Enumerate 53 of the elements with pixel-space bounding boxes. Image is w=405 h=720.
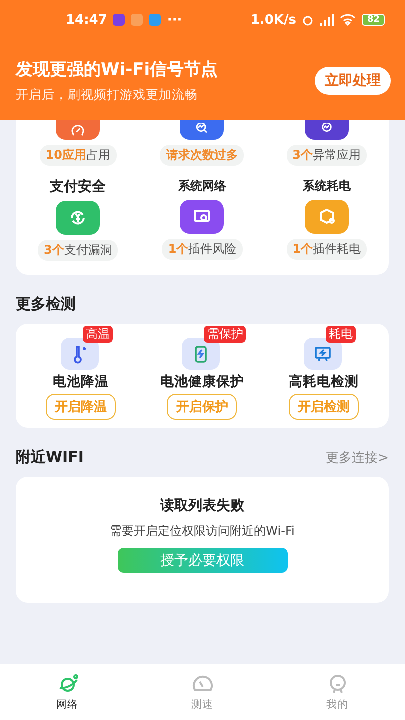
check-tile[interactable] — [56, 120, 100, 140]
check-tile[interactable] — [56, 201, 100, 235]
warning-badge: 需保护 — [204, 326, 246, 343]
issue-count: 请求次数过多 — [166, 147, 238, 164]
issue-text: 占用 — [86, 147, 111, 164]
battery-level: 82 — [362, 14, 385, 26]
check-tile[interactable] — [180, 120, 224, 140]
network-speed: 1.0K/s — [250, 12, 296, 28]
issue-text: 插件耗电 — [313, 241, 361, 258]
enable-button[interactable]: 开启检测 — [289, 394, 360, 420]
feature-name: 高耗电检测 — [289, 373, 360, 391]
check-tile[interactable] — [304, 120, 349, 140]
banner-title: 发现更强的Wi-Fi信号节点 — [16, 59, 220, 81]
speed-icon — [71, 123, 86, 137]
issue-text: 异常应用 — [313, 147, 361, 164]
feature-name: 电池健康保护 — [160, 373, 244, 391]
status-time: 14:47 — [66, 12, 108, 28]
wifi-icon — [340, 14, 356, 26]
nav-tab[interactable]: 测速 — [135, 664, 270, 720]
error-title: 读取列表失败 — [160, 497, 244, 515]
issue-text: 插件风险 — [188, 241, 237, 258]
app-icon — [149, 14, 162, 26]
warning-badge: 耗电 — [326, 326, 356, 343]
issue-count: 3个 — [292, 147, 313, 164]
app-icon — [131, 14, 144, 26]
section-title: 附近WIFI — [16, 448, 84, 467]
signal-icon — [320, 14, 334, 26]
issue-count: 3个 — [44, 242, 64, 259]
enable-button[interactable]: 开启保护 — [167, 394, 238, 420]
issue-text: 支付漏洞 — [64, 242, 112, 259]
more-link[interactable]: 更多连接> — [326, 448, 389, 466]
screen-icon — [313, 344, 334, 364]
error-message: 需要开启定位权限访问附近的Wi-Fi — [110, 523, 295, 540]
issue-count: 10应用 — [46, 147, 87, 164]
warning-badge: 高温 — [82, 326, 113, 343]
check-tile[interactable] — [180, 200, 224, 234]
issue-count: 1个 — [292, 241, 313, 258]
app-icon — [113, 14, 126, 26]
section-title: 更多检测 — [16, 295, 76, 314]
check-title: 系统网络 — [178, 178, 226, 195]
handle-now-button[interactable]: 立即处理 — [315, 67, 391, 95]
nav-tab[interactable]: 我的 — [270, 664, 405, 720]
enable-button[interactable]: 开启降温 — [46, 394, 116, 420]
more-notifications: ··· — [167, 12, 182, 28]
grant-permission-button[interactable]: 授予必要权限 — [118, 548, 288, 573]
issue-count: 1个 — [168, 241, 189, 258]
check-title: 支付安全 — [50, 178, 106, 196]
alarm-icon — [302, 14, 314, 26]
banner-subtitle: 开启后，刷视频打游戏更加流畅 — [16, 87, 199, 104]
nav-tab[interactable]: 网络 — [0, 664, 135, 720]
check-tile[interactable] — [304, 200, 349, 234]
feature-name: 电池降温 — [52, 373, 109, 391]
check-title: 系统耗电 — [302, 178, 351, 195]
